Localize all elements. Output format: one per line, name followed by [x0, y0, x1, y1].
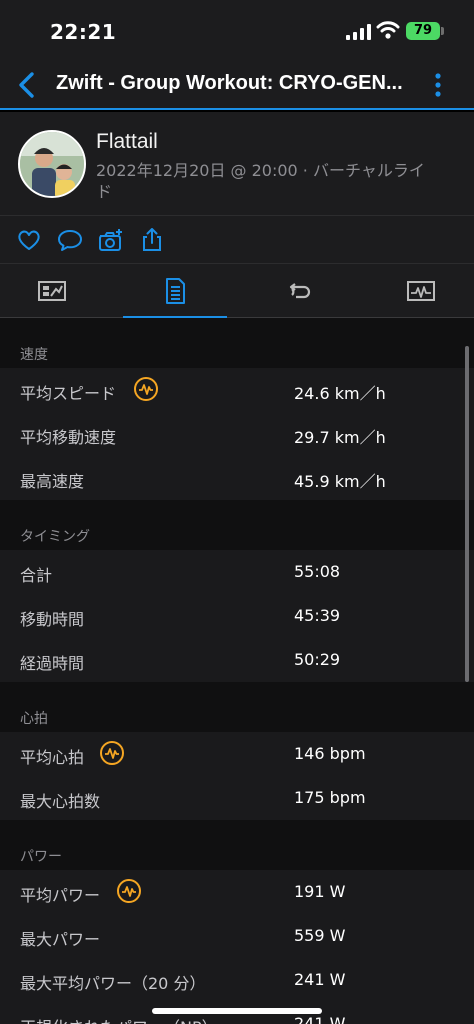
overview-chart-icon: [38, 281, 66, 301]
stat-row-avg-power: 平均パワー 191 W: [0, 870, 474, 914]
stat-row-elapsed-time: 経過時間 50:29: [0, 638, 474, 682]
section-heart-rate: 心拍 平均心拍 146 bpm 最大心拍数 175 bpm: [0, 682, 474, 820]
activity-date-type: 2022年12月20日 @ 20:00 · バーチャルライド: [96, 161, 425, 201]
stats-content[interactable]: 速度 平均スピード 24.6 km／h 平均移動速度 29.7 km／h 最高速…: [0, 318, 474, 1024]
status-time: 22:21: [50, 20, 117, 44]
stat-label: 最大パワー: [20, 930, 101, 949]
stat-value: 191 W: [294, 882, 346, 901]
share-icon[interactable]: [139, 228, 165, 252]
avatar[interactable]: [18, 130, 86, 198]
stat-label: 合計: [20, 566, 53, 585]
stat-label: 最大心拍数: [20, 792, 101, 811]
stat-value: 175 bpm: [294, 788, 366, 807]
back-arrow-icon[interactable]: [14, 70, 42, 100]
stat-value: 45.9 km／h: [294, 472, 386, 491]
stat-value: 45:39: [294, 606, 341, 625]
stat-row-moving-time: 移動時間 45:39: [0, 594, 474, 638]
stat-value: 241 W: [294, 970, 346, 989]
cellular-signal-icon: [346, 24, 371, 40]
stat-label: 最大平均パワー（20 分）: [20, 974, 206, 993]
tab-laps[interactable]: [246, 264, 350, 318]
tab-bar: [0, 264, 474, 318]
activity-metric-icon[interactable]: [99, 740, 125, 766]
activity-header: Flattail 2022年12月20日 @ 20:00 · バーチャルライド: [0, 112, 474, 216]
section-title: 心拍: [0, 682, 474, 732]
stats-list-icon: [166, 278, 185, 304]
activity-metric-icon[interactable]: [116, 878, 142, 904]
tab-stats[interactable]: [123, 264, 227, 318]
stat-value: 241 W: [294, 1014, 346, 1024]
home-indicator[interactable]: [152, 1008, 322, 1014]
stat-label: 平均心拍: [20, 748, 85, 767]
page-title: Zwift - Group Workout: CRYO-GEN...: [56, 72, 403, 94]
heart-icon[interactable]: [16, 228, 42, 252]
status-bar: 22:21 79: [0, 0, 474, 62]
stat-row-avg-heart-rate: 平均心拍 146 bpm: [0, 732, 474, 776]
add-photo-icon[interactable]: [98, 228, 124, 252]
stat-label: 平均スピード: [20, 384, 117, 403]
stat-label: 平均移動速度: [20, 428, 117, 447]
stat-row-avg-speed: 平均スピード 24.6 km／h: [0, 368, 474, 412]
section-title: タイミング: [0, 500, 474, 550]
stat-value: 55:08: [294, 562, 341, 581]
stat-value: 146 bpm: [294, 744, 366, 763]
stat-label: 経過時間: [20, 654, 85, 673]
activity-metric-icon[interactable]: [133, 376, 159, 402]
stat-row-max-heart-rate: 最大心拍数 175 bpm: [0, 776, 474, 820]
section-speed: 速度 平均スピード 24.6 km／h 平均移動速度 29.7 km／h 最高速…: [0, 318, 474, 500]
more-options-icon[interactable]: [430, 70, 446, 100]
laps-icon: [289, 283, 311, 299]
tab-graphs[interactable]: [369, 264, 473, 318]
battery-tip: [441, 27, 444, 35]
section-timing: タイミング 合計 55:08 移動時間 45:39 経過時間 50:29: [0, 500, 474, 682]
stat-label: 平均パワー: [20, 886, 101, 905]
stat-value: 29.7 km／h: [294, 428, 386, 447]
tab-overview[interactable]: [0, 264, 104, 318]
graph-icon: [407, 281, 435, 301]
stat-value: 559 W: [294, 926, 346, 945]
stat-label: 正規化されたパワー（NP）: [20, 1014, 218, 1024]
section-title: パワー: [0, 820, 474, 870]
action-row: [0, 216, 474, 264]
avatar-photo: [20, 132, 84, 196]
stat-row-max-avg-power-20min: 最大平均パワー（20 分） 241 W: [0, 958, 474, 1002]
section-power: パワー 平均パワー 191 W 最大パワー 559 W 最大平均パワー（20 分…: [0, 820, 474, 1024]
stat-label: 移動時間: [20, 610, 85, 629]
stat-row-max-power: 最大パワー 559 W: [0, 914, 474, 958]
comment-icon[interactable]: [57, 228, 83, 252]
battery-level: 79: [406, 22, 440, 40]
user-name[interactable]: Flattail: [96, 130, 158, 154]
stat-value: 24.6 km／h: [294, 384, 386, 403]
stat-value: 50:29: [294, 650, 341, 669]
section-title: 速度: [0, 318, 474, 368]
scrollbar-thumb[interactable]: [465, 346, 469, 682]
nav-bar: Zwift - Group Workout: CRYO-GEN...: [0, 62, 474, 110]
stat-label: 最高速度: [20, 472, 85, 491]
stat-row-max-speed: 最高速度 45.9 km／h: [0, 456, 474, 500]
stat-row-total-time: 合計 55:08: [0, 550, 474, 594]
stat-row-avg-moving-speed: 平均移動速度 29.7 km／h: [0, 412, 474, 456]
wifi-icon: [376, 21, 400, 39]
